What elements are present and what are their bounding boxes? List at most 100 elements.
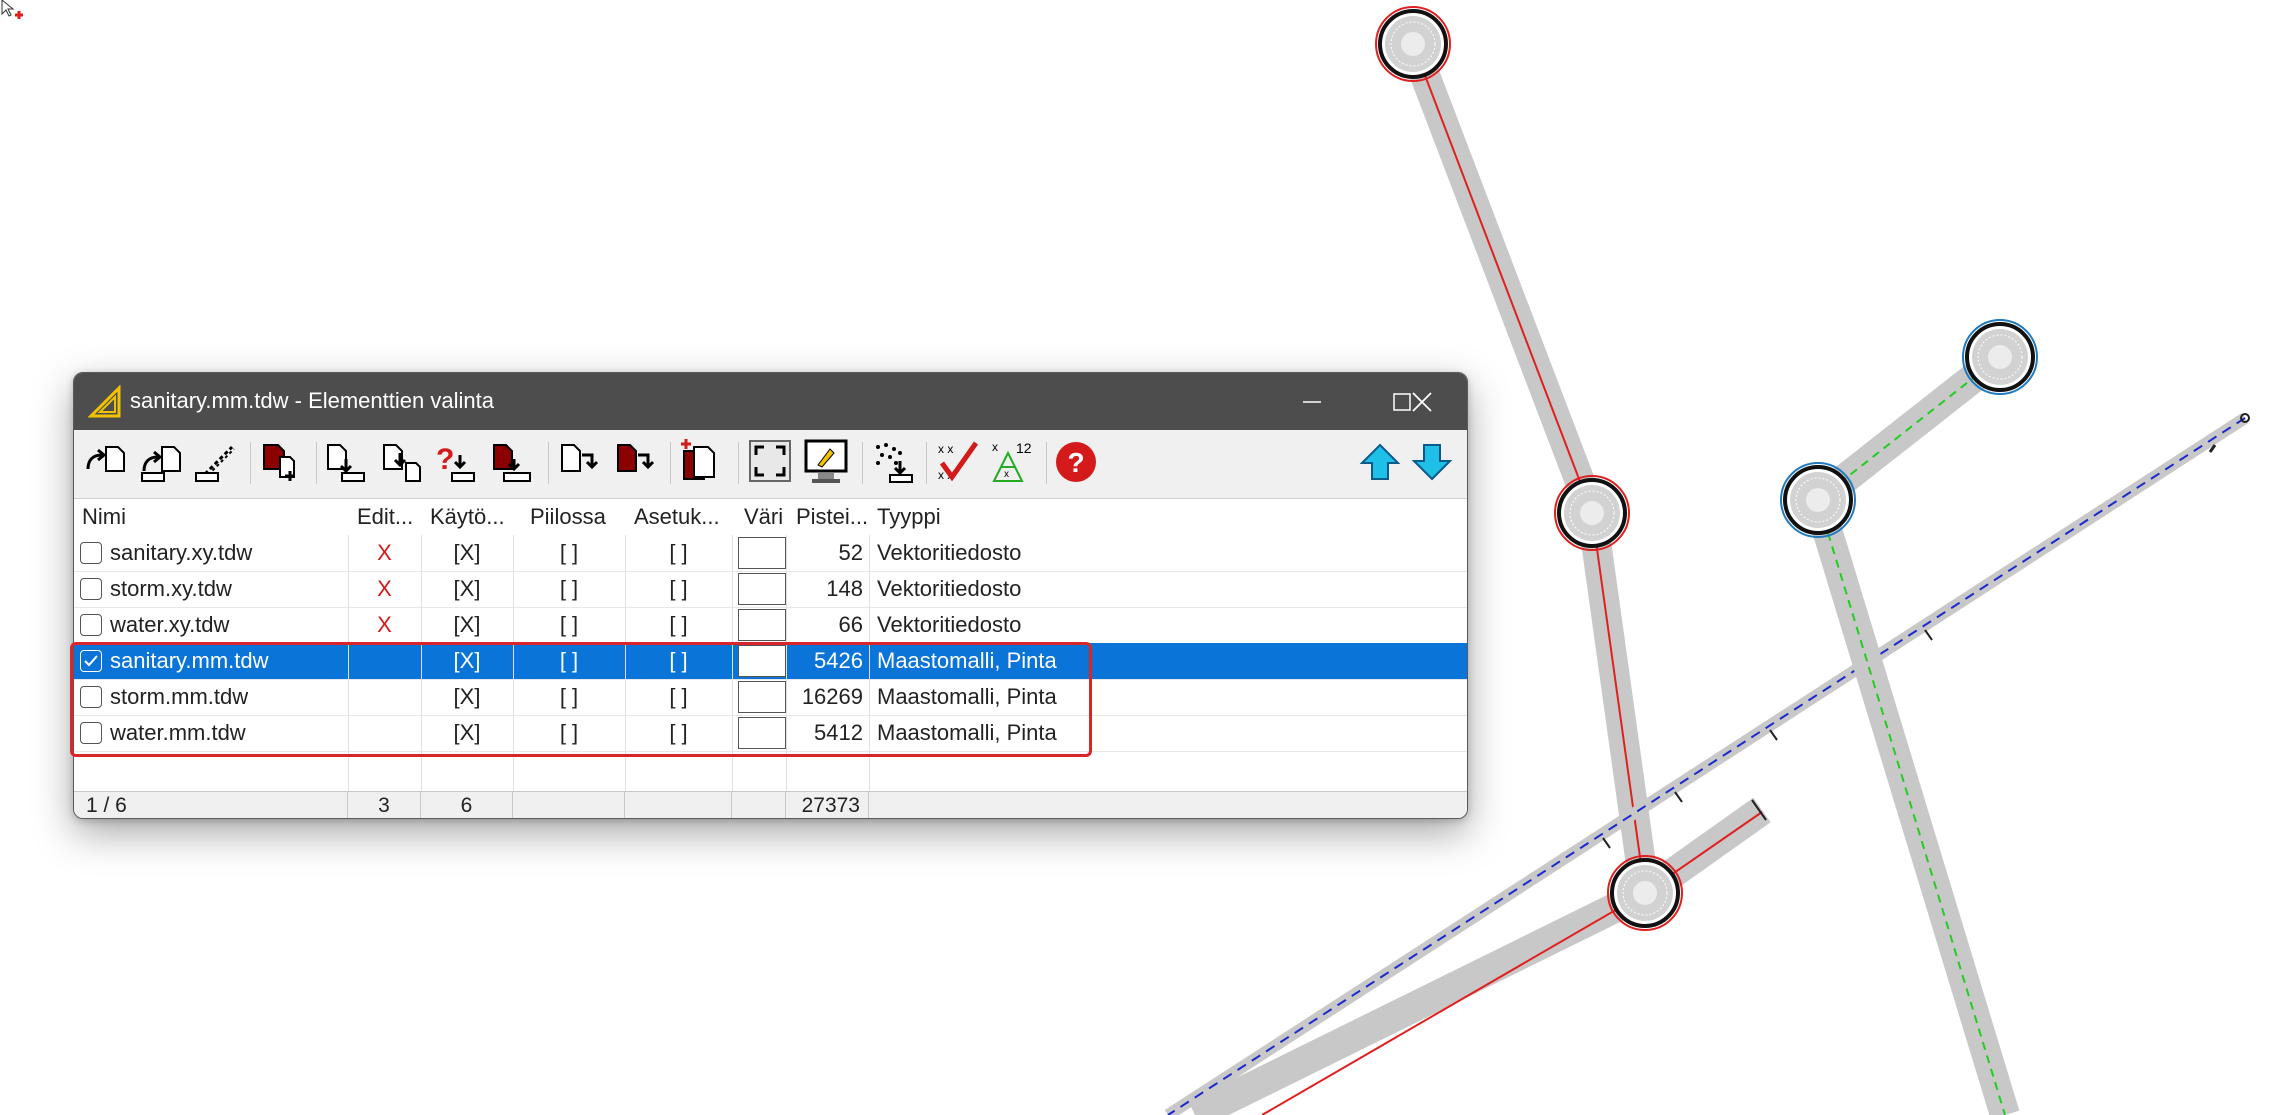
export-icon — [327, 444, 365, 482]
row-checkbox[interactable] — [80, 650, 102, 672]
row-name: sanitary.mm.tdw — [110, 648, 269, 673]
svg-text:x: x — [992, 440, 998, 454]
color-swatch[interactable] — [738, 573, 786, 605]
help-button[interactable]: ? — [1054, 439, 1098, 485]
row-color[interactable] — [732, 715, 786, 751]
row-color[interactable] — [732, 607, 786, 643]
row-edit[interactable] — [348, 715, 421, 751]
row-edit[interactable]: X — [348, 607, 421, 643]
table-row[interactable]: water.xy.tdw X [X][ ][ ] 66 Vektoritiedosto — [74, 607, 1467, 644]
color-swatch[interactable] — [738, 645, 786, 677]
svg-text:?: ? — [1067, 447, 1084, 478]
column-header-edit[interactable]: Edit... — [357, 499, 427, 535]
tin-points-icon: x 12 x — [992, 440, 1032, 482]
column-header-type[interactable]: Tyyppi — [877, 499, 1077, 535]
close-button[interactable] — [1377, 373, 1467, 430]
move-down-button[interactable] — [558, 439, 602, 485]
column-header-name[interactable]: Nimi — [82, 499, 342, 535]
color-swatch[interactable] — [738, 717, 786, 749]
svg-text:x x: x x — [938, 442, 953, 456]
row-use[interactable]: [X] — [421, 715, 513, 751]
cursor-icon — [1, 0, 23, 19]
display-settings-button[interactable] — [804, 439, 848, 485]
row-settings[interactable]: [ ] — [625, 607, 732, 643]
checkmark-icon — [84, 655, 98, 667]
scatter-points-button[interactable] — [872, 439, 916, 485]
window-title: sanitary.mm.tdw - Elementtien valinta — [130, 388, 494, 413]
row-color[interactable] — [732, 535, 786, 571]
column-divider — [348, 535, 349, 791]
move-up-button[interactable] — [1358, 439, 1402, 485]
column-divider — [869, 535, 870, 791]
row-settings[interactable]: [ ] — [625, 535, 732, 571]
table-row[interactable]: sanitary.mm.tdw [X][ ][ ] 5426 Maastomalli,… — [74, 643, 1467, 680]
row-checkbox[interactable] — [80, 722, 102, 744]
row-color[interactable] — [732, 643, 786, 679]
row-points: 16269 — [801, 684, 863, 709]
toolbar-separator — [926, 442, 927, 484]
toolbar-separator — [316, 442, 317, 484]
column-header-settings[interactable]: Asetuk... — [634, 499, 734, 535]
row-settings[interactable]: [ ] — [625, 715, 732, 751]
row-use[interactable]: [X] — [421, 643, 513, 679]
row-settings[interactable]: [ ] — [625, 679, 732, 715]
column-header-hidden[interactable]: Piilossa — [530, 499, 630, 535]
open-file-alt-button[interactable] — [140, 439, 184, 485]
row-checkbox[interactable] — [80, 686, 102, 708]
open-raster-button[interactable] — [194, 439, 238, 485]
row-checkbox[interactable] — [80, 542, 102, 564]
duplicate-button[interactable] — [680, 439, 724, 485]
query-export-button[interactable]: ? — [434, 439, 478, 485]
table-row[interactable]: sanitary.xy.tdw X [X][ ][ ] 52 Vektoritiedos… — [74, 535, 1467, 572]
row-hidden[interactable]: [ ] — [513, 535, 625, 571]
zoom-extents-button[interactable] — [748, 439, 792, 485]
new-element-icon — [263, 444, 295, 481]
row-use[interactable]: [X] — [421, 607, 513, 643]
title-bar[interactable]: sanitary.mm.tdw - Elementtien valinta — [74, 373, 1467, 430]
move-down-button-2[interactable] — [1410, 439, 1454, 485]
table-row[interactable]: storm.xy.tdw X [X][ ][ ] 148 Vektoritiedosto — [74, 571, 1467, 608]
row-use[interactable]: [X] — [421, 571, 513, 607]
toolbar-separator — [548, 442, 549, 484]
row-hidden[interactable]: [ ] — [513, 571, 625, 607]
column-divider — [513, 535, 514, 791]
export-button[interactable] — [324, 439, 368, 485]
row-hidden[interactable]: [ ] — [513, 607, 625, 643]
copy-export-button[interactable] — [490, 439, 534, 485]
move-up-arrow-icon — [1359, 443, 1401, 480]
row-use[interactable]: [X] — [421, 535, 513, 571]
row-use[interactable]: [X] — [421, 679, 513, 715]
row-hidden[interactable]: [ ] — [513, 643, 625, 679]
row-edit[interactable]: X — [348, 571, 421, 607]
row-color[interactable] — [732, 679, 786, 715]
export-alt-button[interactable] — [380, 439, 424, 485]
color-swatch[interactable] — [738, 681, 786, 713]
column-header-color[interactable]: Väri — [744, 499, 800, 535]
row-checkbox[interactable] — [80, 614, 102, 636]
row-edit[interactable] — [348, 679, 421, 715]
toolbar-separator — [1046, 442, 1047, 484]
check-points-button[interactable]: x xx x — [936, 439, 980, 485]
row-color[interactable] — [732, 571, 786, 607]
row-hidden[interactable]: [ ] — [513, 715, 625, 751]
row-hidden[interactable]: [ ] — [513, 679, 625, 715]
new-element-button[interactable] — [260, 439, 304, 485]
color-swatch[interactable] — [738, 537, 786, 569]
row-settings[interactable]: [ ] — [625, 571, 732, 607]
column-header-use[interactable]: Käytö... — [430, 499, 518, 535]
move-alt-button[interactable] — [614, 439, 658, 485]
row-points: 52 — [838, 540, 863, 565]
row-checkbox[interactable] — [80, 578, 102, 600]
color-swatch[interactable] — [738, 609, 786, 641]
help-icon: ? — [1056, 442, 1096, 482]
row-edit[interactable]: X — [348, 535, 421, 571]
open-vector-file-button[interactable] — [84, 439, 128, 485]
table-row[interactable]: storm.mm.tdw [X][ ][ ] 16269 Maastomalli, P… — [74, 679, 1467, 716]
status-settings-count — [625, 792, 732, 818]
row-edit[interactable] — [348, 643, 421, 679]
column-header-points[interactable]: Pistei... — [796, 499, 874, 535]
minimize-button[interactable] — [1267, 373, 1357, 430]
row-settings[interactable]: [ ] — [625, 643, 732, 679]
tin-points-button[interactable]: x 12 x — [990, 439, 1034, 485]
table-row[interactable]: water.mm.tdw [X][ ][ ] 5412 Maastomalli, Pi… — [74, 715, 1467, 752]
